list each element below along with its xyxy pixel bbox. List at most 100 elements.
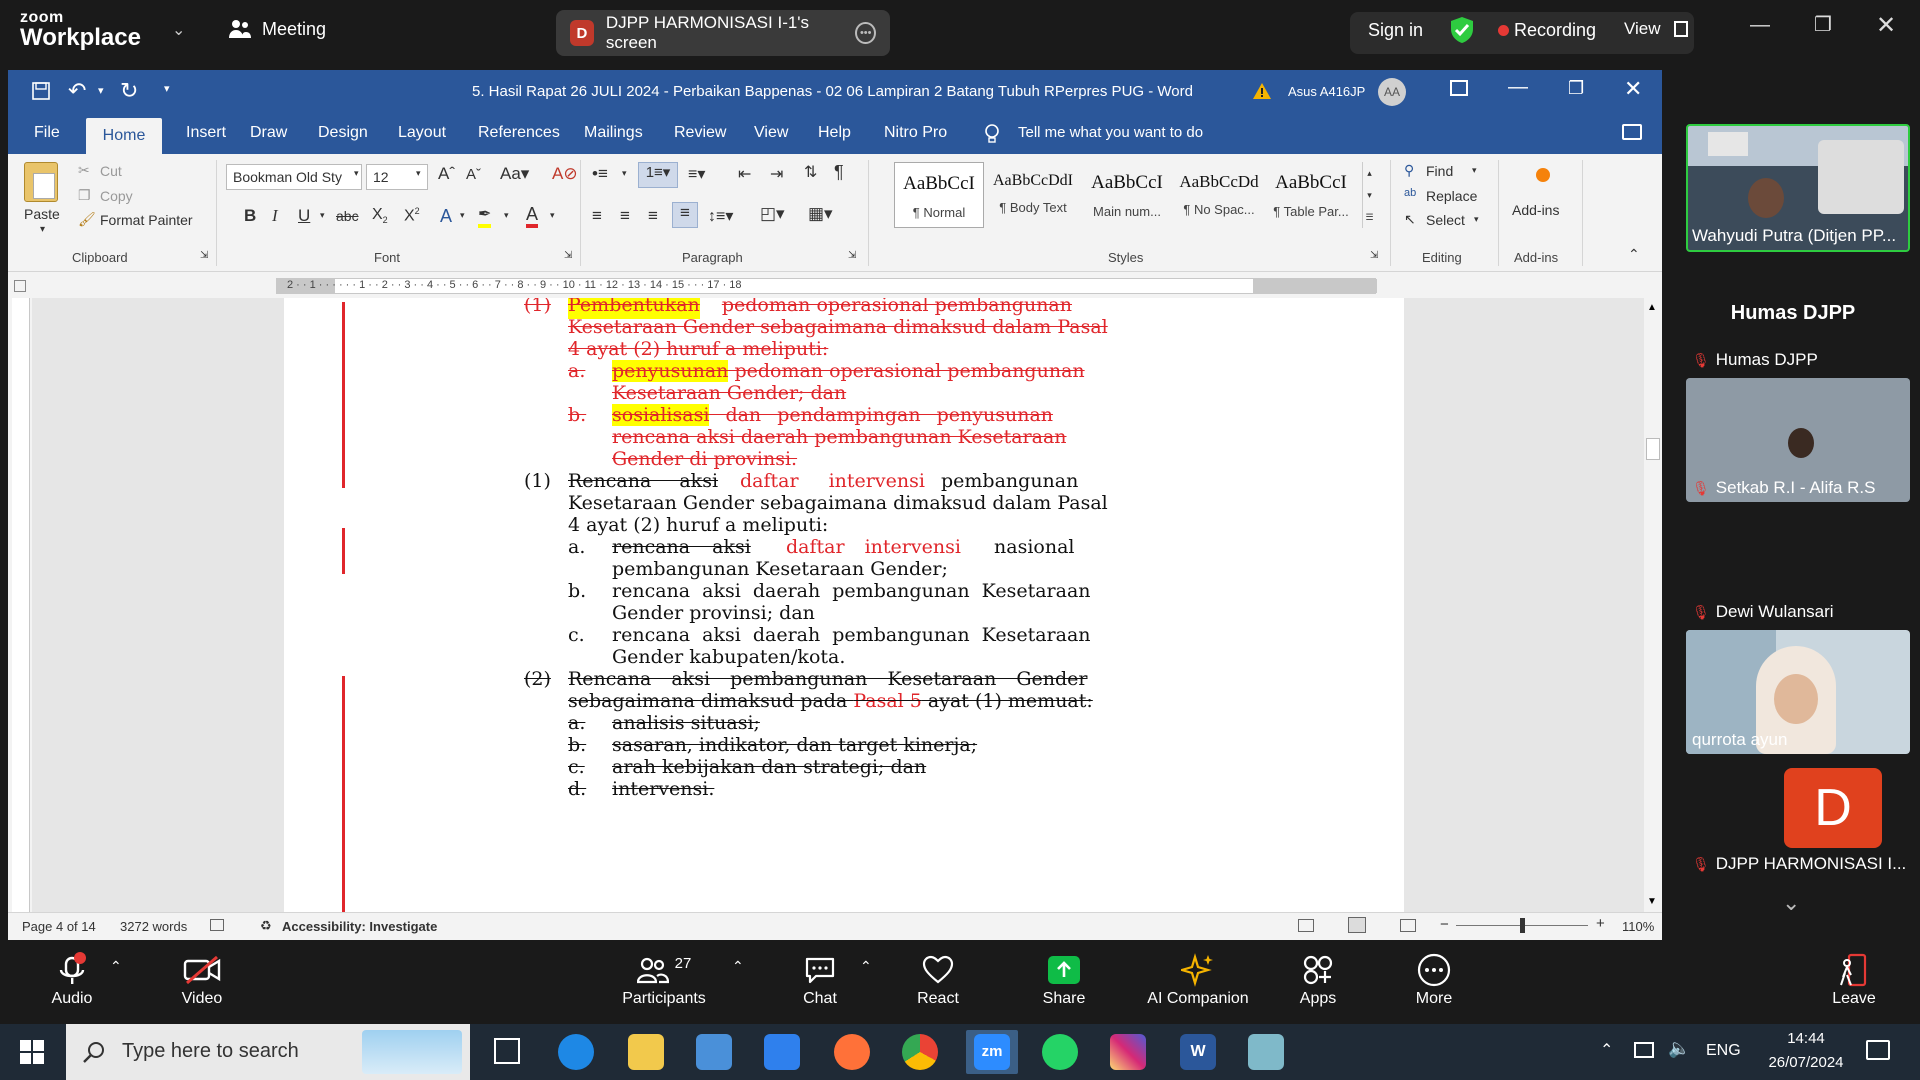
superscript-icon[interactable]: X2: [404, 206, 420, 225]
sign-in-button[interactable]: Sign in: [1368, 20, 1423, 41]
leave-button[interactable]: Leave: [1824, 950, 1884, 1008]
show-hidden-icons[interactable]: ⌃: [1600, 1040, 1613, 1060]
replace-button[interactable]: Replace: [1426, 188, 1477, 204]
dialog-launcher-icon[interactable]: ⇲: [564, 250, 572, 261]
scroll-up-icon[interactable]: ▲: [1647, 302, 1657, 313]
tab-home[interactable]: Home: [86, 118, 162, 154]
chevron-down-icon[interactable]: ⌄: [172, 20, 185, 40]
undo-icon[interactable]: ↶: [68, 78, 86, 104]
copy-icon[interactable]: ❐: [78, 187, 91, 204]
font-color-icon[interactable]: A: [526, 204, 539, 228]
align-center-icon[interactable]: ≡: [620, 206, 630, 226]
find-icon[interactable]: ⚲: [1404, 162, 1414, 179]
participant-avatar[interactable]: D: [1784, 768, 1882, 848]
screen-share-indicator[interactable]: D DJPP HARMONISASI I-1's screen •••: [556, 10, 890, 56]
decrease-indent-icon[interactable]: ⇤: [738, 164, 751, 184]
highlight-icon[interactable]: ✒: [478, 204, 492, 228]
notepad-icon[interactable]: [1248, 1034, 1284, 1070]
tab-draw[interactable]: Draw: [250, 124, 287, 142]
tab-insert[interactable]: Insert: [186, 124, 226, 142]
font-size-dropdown-icon[interactable]: ▾: [416, 168, 421, 179]
tab-view[interactable]: View: [754, 124, 788, 142]
zoom-out-icon[interactable]: −: [1440, 916, 1449, 933]
page-count[interactable]: Page 4 of 14: [22, 919, 96, 934]
video-button[interactable]: Video: [172, 950, 232, 1008]
mail-icon[interactable]: [764, 1034, 800, 1070]
bullets-dropdown-icon[interactable]: ▾: [622, 168, 627, 179]
paste-dropdown-icon[interactable]: ▾: [40, 224, 45, 235]
line-spacing-icon[interactable]: ↕≡▾: [708, 206, 733, 226]
dialog-launcher-icon[interactable]: ⇲: [848, 250, 856, 261]
taskbar-search[interactable]: Type here to search: [66, 1024, 470, 1080]
subscript-icon[interactable]: X2: [372, 206, 388, 225]
grow-font-icon[interactable]: Aˆ: [438, 164, 455, 184]
style-normal[interactable]: AaBbCcI ¶ Normal: [894, 162, 984, 228]
find-button[interactable]: Find: [1426, 163, 1453, 179]
dialog-launcher-icon[interactable]: ⇲: [200, 250, 208, 261]
text-effects-icon[interactable]: A: [440, 206, 452, 227]
account-avatar[interactable]: AA: [1378, 78, 1406, 106]
font-name-dropdown-icon[interactable]: ▾: [354, 168, 359, 179]
meeting-button[interactable]: Meeting: [228, 18, 326, 40]
style-no-spacing[interactable]: AaBbCcDd ¶ No Spac...: [1174, 162, 1264, 228]
word-minimize-icon[interactable]: —: [1508, 76, 1528, 99]
scroll-thumb[interactable]: [1646, 438, 1660, 460]
zoom-app-icon[interactable]: zm: [974, 1034, 1010, 1070]
replace-icon[interactable]: ab: [1404, 187, 1416, 199]
tell-me-search[interactable]: Tell me what you want to do: [1018, 124, 1203, 141]
edge-icon[interactable]: [558, 1034, 594, 1070]
copy-button[interactable]: Copy: [100, 188, 133, 204]
word-app-icon[interactable]: W: [1180, 1034, 1216, 1070]
ruler-scale[interactable]: 2 · · 1 · · · · · · 1 · · 2 · · 3 · · 4 …: [276, 278, 1377, 294]
increase-indent-icon[interactable]: ⇥: [770, 164, 783, 184]
add-ins-button[interactable]: Add-ins: [1512, 202, 1559, 218]
clear-formatting-icon[interactable]: A⊘: [552, 164, 578, 184]
select-icon[interactable]: ↖: [1404, 211, 1416, 228]
show-formatting-icon[interactable]: ¶: [834, 162, 844, 183]
word-count[interactable]: 3272 words: [120, 919, 187, 934]
numbering-icon[interactable]: 1≡▾: [638, 162, 678, 188]
tab-file[interactable]: File: [34, 124, 60, 142]
accessibility-status[interactable]: Accessibility: Investigate: [282, 919, 437, 934]
restore-icon[interactable]: ❐: [1814, 12, 1832, 37]
close-icon[interactable]: ✕: [1876, 11, 1896, 40]
vertical-scrollbar[interactable]: ▲ ▼: [1644, 298, 1662, 912]
scroll-down-icon[interactable]: ▼: [1647, 896, 1657, 907]
paste-icon[interactable]: [24, 162, 58, 202]
audio-button[interactable]: Audio: [42, 950, 102, 1008]
cut-icon[interactable]: ✂: [78, 162, 90, 179]
store-icon[interactable]: [696, 1034, 732, 1070]
video-tile-active-speaker[interactable]: Wahyudi Putra (Ditjen PP...: [1686, 124, 1910, 252]
volume-icon[interactable]: 🔈: [1668, 1038, 1690, 1059]
network-icon[interactable]: [1634, 1042, 1654, 1058]
paste-button[interactable]: Paste: [24, 206, 60, 222]
clock-time[interactable]: 14:44: [1770, 1030, 1842, 1047]
windows-start-icon[interactable]: [20, 1040, 44, 1064]
multilevel-list-icon[interactable]: ≡▾: [688, 164, 705, 184]
underline-icon[interactable]: U: [298, 206, 310, 226]
zoom-slider-thumb[interactable]: [1520, 918, 1525, 933]
zoom-level[interactable]: 110%: [1622, 919, 1654, 934]
dialog-launcher-icon[interactable]: ⇲: [1370, 250, 1378, 261]
firefox-icon[interactable]: [834, 1034, 870, 1070]
warning-icon[interactable]: [1252, 82, 1272, 100]
horizontal-ruler[interactable]: 2 · · 1 · · · · · · 1 · · 2 · · 3 · · 4 …: [8, 272, 1662, 298]
video-tile[interactable]: qurrota ayun: [1686, 630, 1910, 754]
react-button[interactable]: React: [908, 950, 968, 1008]
panel-scroll-down-icon[interactable]: ⌄: [1782, 890, 1800, 916]
highlight-dropdown-icon[interactable]: ▾: [504, 210, 509, 221]
save-icon[interactable]: [32, 82, 50, 100]
collapse-ribbon-icon[interactable]: ⌃: [1628, 246, 1640, 263]
shrink-font-icon[interactable]: Aˇ: [466, 166, 481, 183]
read-mode-icon[interactable]: [1298, 919, 1314, 932]
tab-mailings[interactable]: Mailings: [584, 124, 643, 142]
document-page[interactable]: (1) Pembentukan pedoman operasional pemb…: [284, 298, 1404, 912]
video-tile[interactable]: 🎙 Setkab R.I - Alifa R.S: [1686, 378, 1910, 502]
print-layout-icon[interactable]: [1348, 917, 1366, 933]
tab-nitro-pro[interactable]: Nitro Pro: [884, 124, 947, 142]
cut-button[interactable]: Cut: [100, 163, 122, 179]
chat-options-icon[interactable]: ⌃: [860, 958, 872, 975]
tab-design[interactable]: Design: [318, 124, 368, 142]
document-canvas[interactable]: (1) Pembentukan pedoman operasional pemb…: [32, 298, 1644, 912]
style-main-num[interactable]: AaBbCcI Main num...: [1082, 162, 1172, 228]
